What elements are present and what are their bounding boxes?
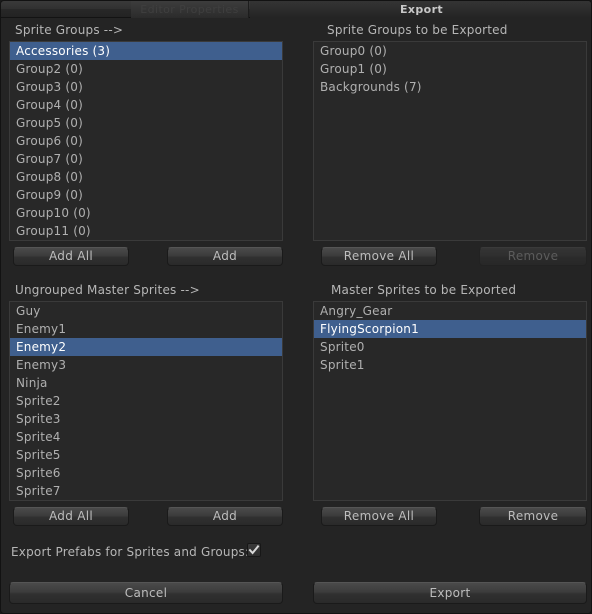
list-item[interactable]: Sprite0 [314, 338, 586, 356]
sprite-groups-list[interactable]: Accessories (3) Group2 (0) Group3 (0) Group… [9, 41, 283, 241]
list-item[interactable]: Sprite1 [314, 356, 586, 374]
list-item[interactable]: Group10 (0) [10, 204, 282, 222]
titlebar: Editor Properties Export [1, 1, 591, 18]
list-item[interactable]: Group8 (0) [10, 168, 282, 186]
list-item[interactable]: Angry_Gear [314, 302, 586, 320]
sprite-groups-add-button[interactable]: Add [167, 247, 283, 266]
list-item[interactable]: Group5 (0) [10, 114, 282, 132]
list-item[interactable]: Group7 (0) [10, 150, 282, 168]
list-item[interactable]: Group4 (0) [10, 96, 282, 114]
list-item[interactable]: Enemy3 [10, 356, 282, 374]
master-sprites-remove-button[interactable]: Remove [479, 507, 587, 526]
master-sprites-export-list[interactable]: Angry_Gear FlyingScorpion1 Sprite0 Sprite1 [313, 301, 587, 501]
tab-export[interactable]: Export [250, 1, 591, 18]
list-item[interactable]: Group3 (0) [10, 78, 282, 96]
export-dialog-window: Editor Properties Export Sprite Groups -… [0, 0, 592, 614]
list-item[interactable]: Group1 (0) [314, 60, 586, 78]
sprite-groups-remove-button[interactable]: Remove [479, 247, 587, 266]
export-button[interactable]: Export [313, 582, 587, 604]
cancel-button[interactable]: Cancel [9, 582, 283, 604]
list-item[interactable]: Group6 (0) [10, 132, 282, 150]
list-item[interactable]: Sprite7 [10, 482, 282, 500]
list-item[interactable]: Sprite6 [10, 464, 282, 482]
list-item[interactable]: Enemy2 [10, 338, 282, 356]
master-sprites-remove-all-button[interactable]: Remove All [321, 507, 437, 526]
list-item[interactable]: Group0 (0) [314, 42, 586, 60]
master-sprites-list[interactable]: Guy Enemy1 Enemy2 Enemy3 Ninja Sprite2 Sprite3… [9, 301, 283, 501]
list-item[interactable]: Enemy1 [10, 320, 282, 338]
sprite-groups-export-heading: Sprite Groups to be Exported [327, 23, 508, 37]
sprite-groups-export-list[interactable]: Group0 (0) Group1 (0) Backgrounds (7) [313, 41, 587, 241]
check-icon [248, 544, 260, 555]
list-item[interactable]: Group11 (0) [10, 222, 282, 240]
master-sprites-add-all-button[interactable]: Add All [13, 507, 129, 526]
list-item[interactable]: FlyingScorpion1 [314, 320, 586, 338]
list-item[interactable]: Accessories (3) [10, 42, 282, 60]
list-item[interactable]: Backgrounds (7) [314, 78, 586, 96]
list-item[interactable]: Sprite3 [10, 410, 282, 428]
sprite-groups-heading: Sprite Groups --> [15, 23, 124, 37]
list-item[interactable]: Ninja [10, 374, 282, 392]
list-item[interactable]: Sprite2 [10, 392, 282, 410]
export-prefabs-label: Export Prefabs for Sprites and Groups: [11, 545, 250, 559]
sprite-groups-add-all-button[interactable]: Add All [13, 247, 129, 266]
list-item[interactable]: Guy [10, 302, 282, 320]
list-item[interactable]: Group9 (0) [10, 186, 282, 204]
list-item[interactable]: Group2 (0) [10, 60, 282, 78]
export-prefabs-checkbox[interactable] [247, 543, 261, 557]
sprite-groups-remove-all-button[interactable]: Remove All [321, 247, 437, 266]
master-sprites-add-button[interactable]: Add [167, 507, 283, 526]
list-item[interactable]: Sprite4 [10, 428, 282, 446]
tab-editor-properties[interactable]: Editor Properties [131, 1, 249, 18]
master-sprites-heading: Ungrouped Master Sprites --> [15, 283, 200, 297]
dialog-content: Sprite Groups --> Accessories (3) Group2 … [1, 18, 591, 613]
list-item[interactable]: Sprite5 [10, 446, 282, 464]
master-sprites-export-heading: Master Sprites to be Exported [331, 283, 517, 297]
